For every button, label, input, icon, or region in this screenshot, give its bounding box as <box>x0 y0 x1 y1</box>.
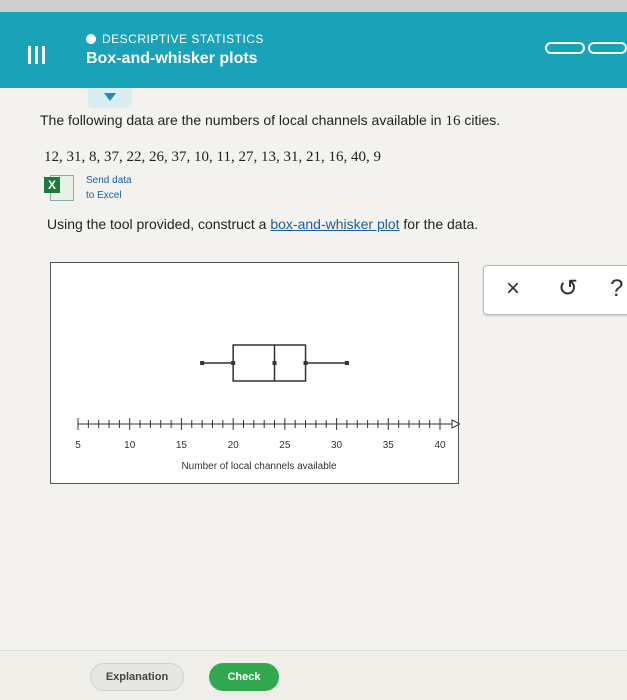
tick-label: 10 <box>124 440 136 451</box>
help-icon[interactable]: ? <box>610 274 623 304</box>
browser-top-strip <box>0 0 627 12</box>
boxplot-tool-canvas[interactable]: 5 10 15 20 25 30 35 40 Number of local channels … <box>50 262 460 485</box>
collapse-toggle[interactable] <box>88 88 132 108</box>
tick-label: 15 <box>176 440 188 451</box>
instruction-suffix: for the data. <box>403 216 479 232</box>
boxplot-chart[interactable]: 5 10 15 20 25 30 35 40 Number of local channels … <box>51 263 460 485</box>
tick-label: 35 <box>383 440 395 451</box>
prompt-suffix: cities. <box>464 112 501 128</box>
topic-status-icon <box>86 34 96 44</box>
page-title: Box-and-whisker plots <box>86 50 258 67</box>
check-button[interactable]: Check <box>209 663 279 691</box>
boxplot-handle <box>272 361 277 365</box>
progress-segment <box>545 42 585 54</box>
prompt-count: 16 <box>445 113 461 129</box>
tool-panel: × ↺ ? <box>483 265 627 315</box>
progress-segment <box>587 42 627 54</box>
close-icon[interactable]: × <box>506 274 520 304</box>
explanation-button[interactable]: Explanation <box>90 663 184 691</box>
chevron-down-icon <box>104 93 116 101</box>
topic-text: DESCRIPTIVE STATISTICS <box>102 32 264 46</box>
instruction-text: Using the tool provided, construct a box… <box>47 216 478 232</box>
to-excel-label: to Excel <box>86 190 122 201</box>
boxplot-handle <box>344 361 349 365</box>
boxplot-handle <box>231 361 236 365</box>
boxplot-handle <box>303 361 308 365</box>
prompt-prefix: The following data are the numbers of lo… <box>40 112 442 128</box>
tick-label: 30 <box>331 440 343 451</box>
x-axis-label: Number of local channels available <box>181 461 337 472</box>
instruction-prefix: Using the tool provided, construct a <box>47 216 267 232</box>
send-to-excel-button[interactable]: X Send data to Excel <box>44 173 132 203</box>
tick-label: 40 <box>434 440 446 451</box>
topic-label: DESCRIPTIVE STATISTICS <box>86 32 264 46</box>
header-bar: DESCRIPTIVE STATISTICS Box-and-whisker p… <box>0 12 627 88</box>
box-iqr <box>232 344 307 382</box>
undo-icon[interactable]: ↺ <box>558 274 578 304</box>
menu-icon[interactable] <box>28 46 46 64</box>
question-prompt: The following data are the numbers of lo… <box>40 112 500 130</box>
axis-arrow-icon <box>451 419 460 429</box>
tick-label: 20 <box>228 440 240 451</box>
tick-label: 25 <box>279 440 291 451</box>
send-data-label: Send data <box>86 175 132 186</box>
boxplot-definition-link[interactable]: box-and-whisker plot <box>270 216 399 232</box>
data-values: 12, 31, 8, 37, 22, 26, 37, 10, 11, 27, 1… <box>44 149 381 165</box>
boxplot-handle <box>200 361 205 365</box>
progress-indicator <box>545 42 627 54</box>
excel-icon: X <box>44 173 74 201</box>
tick-label: 5 <box>75 440 81 451</box>
